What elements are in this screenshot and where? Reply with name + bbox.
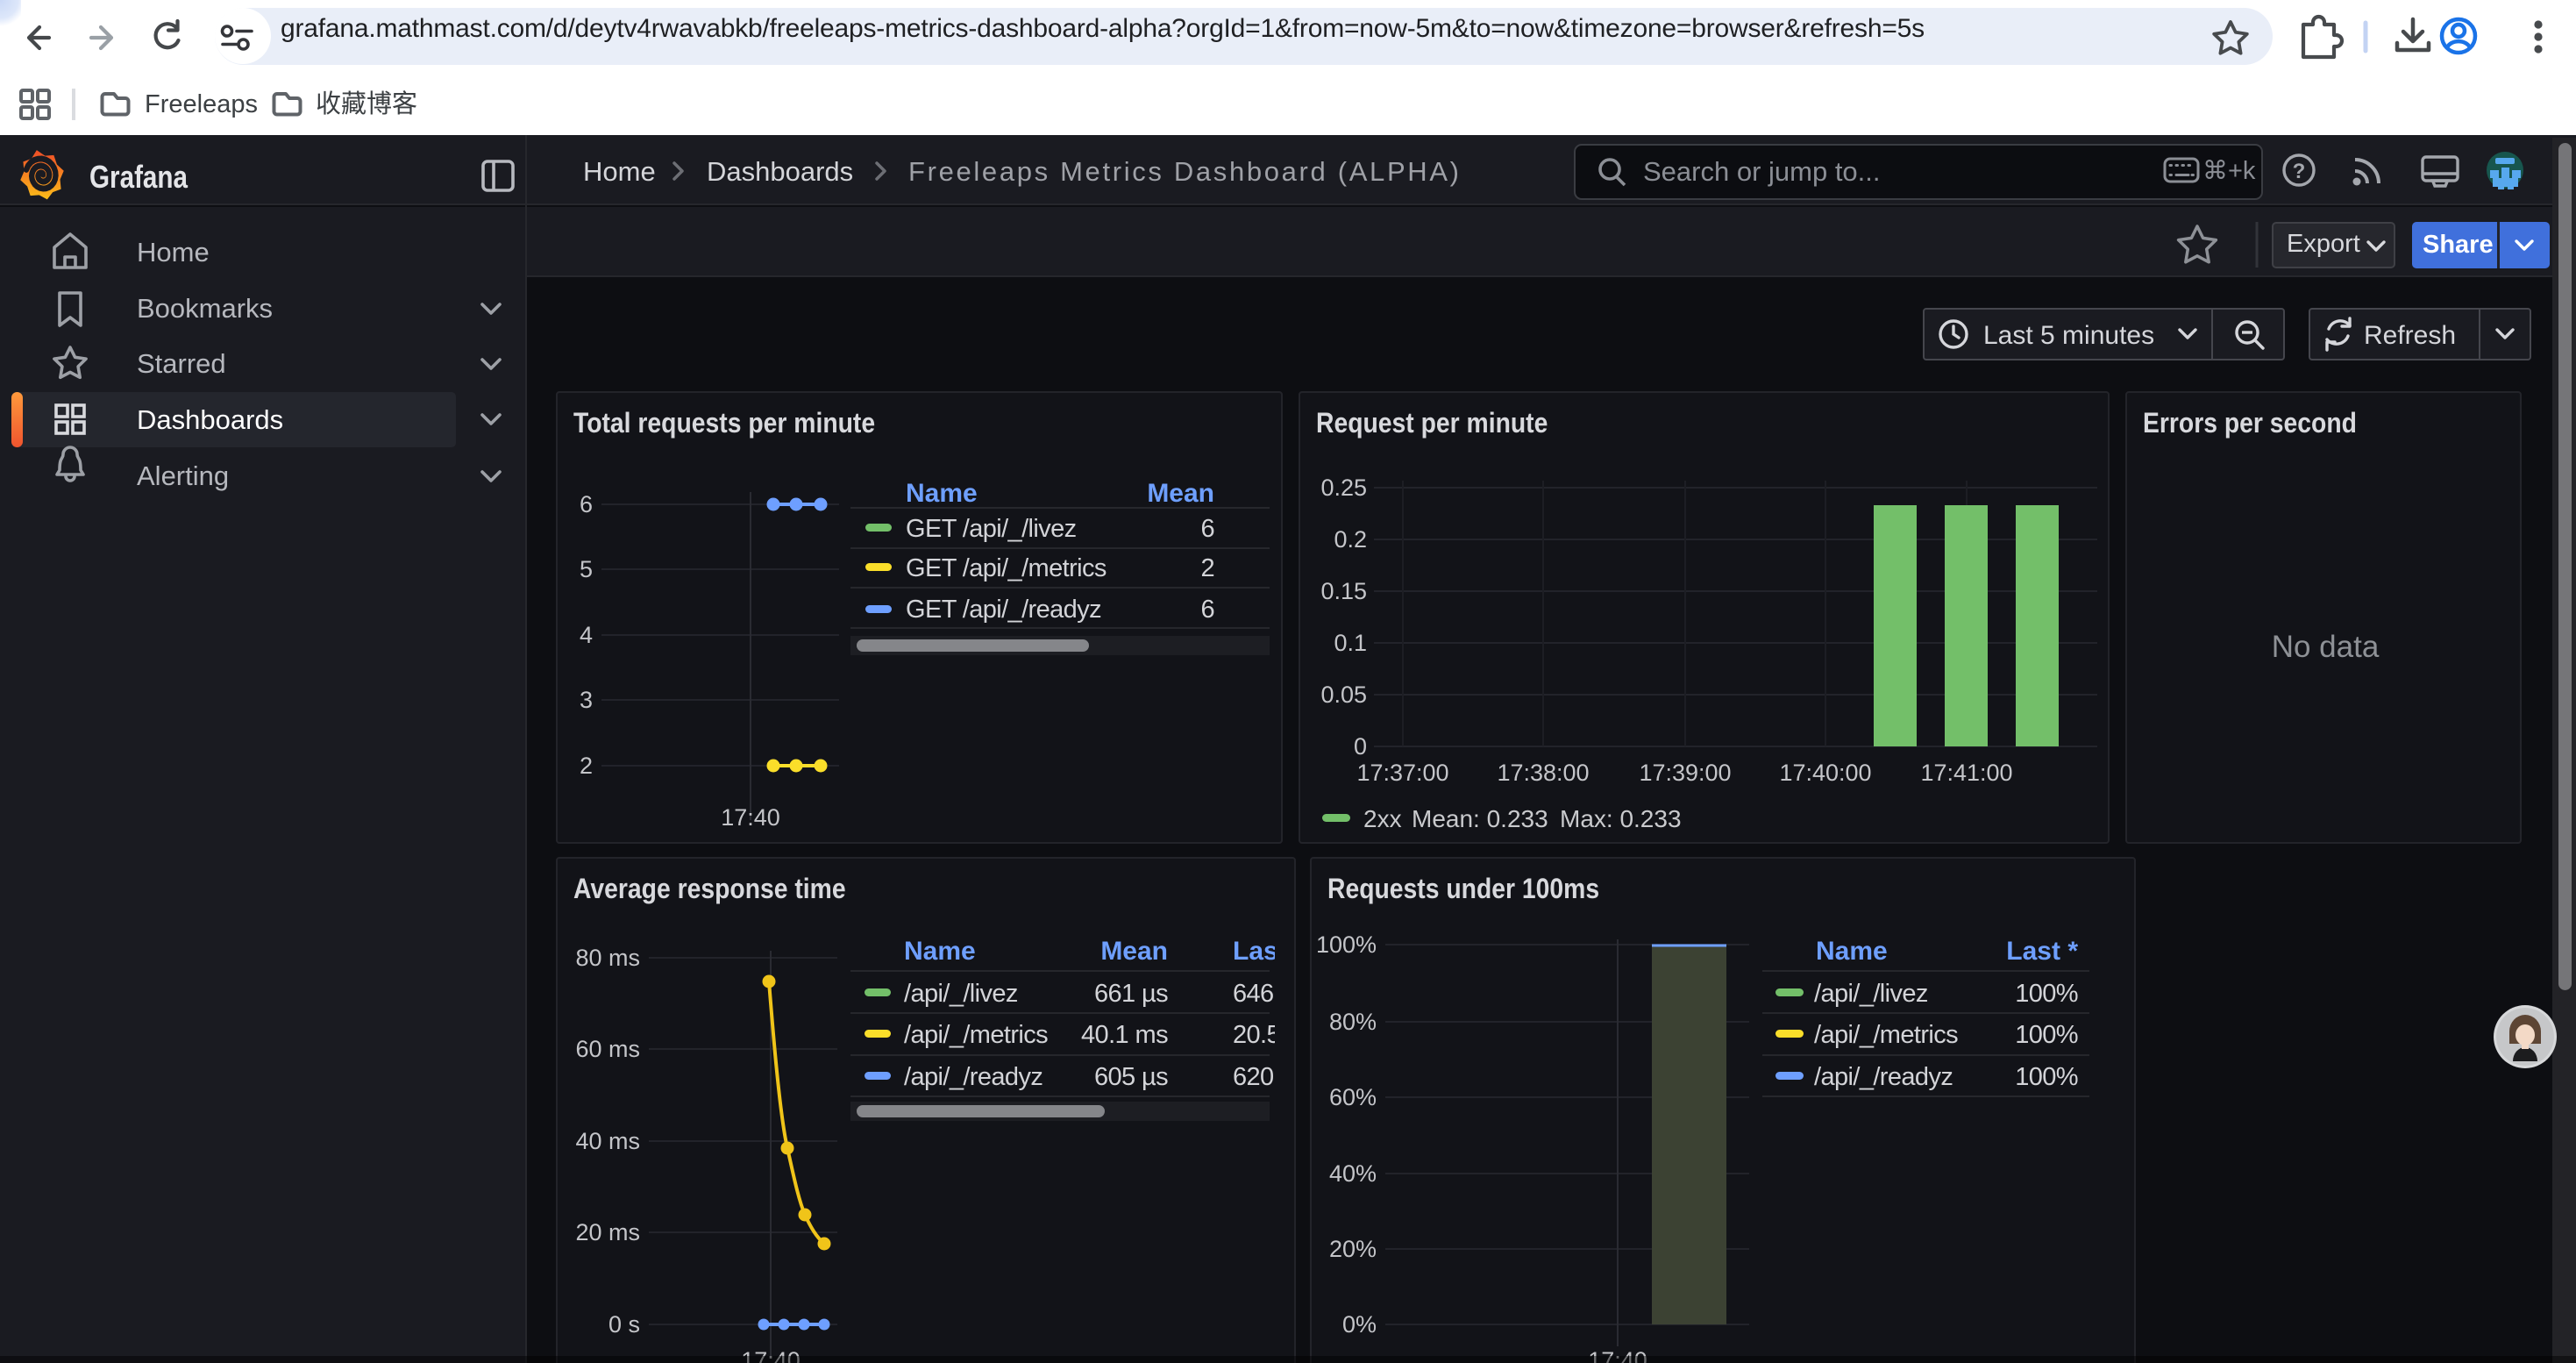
svg-text:GET /api/_/readyz: GET /api/_/readyz — [906, 596, 1101, 624]
svg-text:Last *: Last * — [1233, 937, 1294, 966]
svg-text:0.1: 0.1 — [1334, 630, 1367, 656]
svg-text:5: 5 — [580, 556, 593, 582]
svg-text:80 ms: 80 ms — [575, 945, 640, 971]
svg-text:100%: 100% — [2015, 1063, 2078, 1091]
svg-text:20.5 ms: 20.5 ms — [1233, 1021, 1294, 1049]
svg-text:/api/_/metrics: /api/_/metrics — [904, 1021, 1048, 1049]
svg-text:0.25: 0.25 — [1320, 475, 1367, 501]
svg-text:Name: Name — [904, 937, 976, 966]
svg-text:6: 6 — [1200, 596, 1214, 624]
svg-text:17:38:00: 17:38:00 — [1497, 760, 1589, 786]
svg-text:Grafana: Grafana — [89, 159, 189, 195]
svg-text:2xx: 2xx — [1363, 805, 1402, 832]
svg-text:Dashboards: Dashboards — [707, 156, 853, 187]
svg-text:0 s: 0 s — [608, 1311, 640, 1338]
svg-text:40 ms: 40 ms — [575, 1128, 640, 1154]
svg-text:0.15: 0.15 — [1320, 578, 1367, 604]
svg-text:60%: 60% — [1329, 1084, 1377, 1110]
svg-text:100%: 100% — [2015, 980, 2078, 1008]
svg-text:/api/_/livez: /api/_/livez — [904, 980, 1018, 1008]
svg-text:3: 3 — [580, 687, 593, 713]
svg-text:40.1 ms: 40.1 ms — [1081, 1021, 1168, 1049]
svg-text:GET /api/_/livez: GET /api/_/livez — [906, 515, 1077, 543]
svg-text:Home: Home — [583, 156, 656, 187]
svg-text:17:41:00: 17:41:00 — [1920, 760, 2012, 786]
svg-text:60 ms: 60 ms — [575, 1036, 640, 1062]
svg-text:100%: 100% — [1316, 931, 1377, 958]
svg-text:⌘+k: ⌘+k — [2202, 157, 2256, 185]
svg-text:605 µs: 605 µs — [1094, 1063, 1168, 1091]
svg-text:20%: 20% — [1329, 1236, 1377, 1262]
svg-text:17:40: 17:40 — [721, 804, 780, 831]
svg-text:4: 4 — [580, 622, 593, 648]
svg-text:Mean: Mean — [1100, 937, 1168, 966]
svg-text:/api/_/readyz: /api/_/readyz — [1814, 1063, 1953, 1091]
svg-text:Mean: 0.233: Mean: 0.233 — [1412, 805, 1548, 832]
svg-text:40%: 40% — [1329, 1160, 1377, 1187]
svg-text:17:37:00: 17:37:00 — [1356, 760, 1448, 786]
svg-text:2: 2 — [1200, 554, 1214, 582]
svg-text:80%: 80% — [1329, 1009, 1377, 1035]
svg-text:0.2: 0.2 — [1334, 526, 1367, 553]
svg-text:20 ms: 20 ms — [575, 1219, 640, 1245]
svg-text:17:39:00: 17:39:00 — [1639, 760, 1731, 786]
svg-text:?: ? — [2293, 160, 2306, 183]
svg-text:6: 6 — [1200, 515, 1214, 543]
svg-text:Freeleaps Metrics Dashboard (A: Freeleaps Metrics Dashboard (ALPHA) — [908, 156, 1459, 187]
svg-text:GET /api/_/metrics: GET /api/_/metrics — [906, 554, 1107, 582]
svg-text:/api/_/metrics: /api/_/metrics — [1814, 1021, 1958, 1049]
svg-text:/api/_/livez: /api/_/livez — [1814, 980, 1928, 1008]
svg-text:0.05: 0.05 — [1320, 682, 1367, 708]
svg-text:Name: Name — [906, 479, 978, 508]
svg-text:Search or jump to...: Search or jump to... — [1643, 156, 1881, 187]
svg-text:Max: 0.233: Max: 0.233 — [1560, 805, 1682, 832]
svg-text:620: 620 — [1233, 1063, 1274, 1091]
svg-text:2: 2 — [580, 753, 593, 779]
svg-text:Refresh: Refresh — [2364, 321, 2456, 350]
svg-text:6: 6 — [580, 491, 593, 517]
svg-text:0: 0 — [1354, 733, 1367, 760]
svg-text:0%: 0% — [1342, 1311, 1377, 1338]
svg-text:/api/_/readyz: /api/_/readyz — [904, 1063, 1042, 1091]
svg-text:646: 646 — [1233, 980, 1274, 1008]
svg-text:661 µs: 661 µs — [1094, 980, 1168, 1008]
svg-text:Name: Name — [1816, 937, 1888, 966]
svg-text:17:40:00: 17:40:00 — [1779, 760, 1871, 786]
svg-text:Last 5 minutes: Last 5 minutes — [1983, 321, 2154, 350]
svg-text:Last *: Last * — [2006, 937, 2078, 966]
svg-text:100%: 100% — [2015, 1021, 2078, 1049]
svg-text:Mean: Mean — [1147, 479, 1214, 508]
